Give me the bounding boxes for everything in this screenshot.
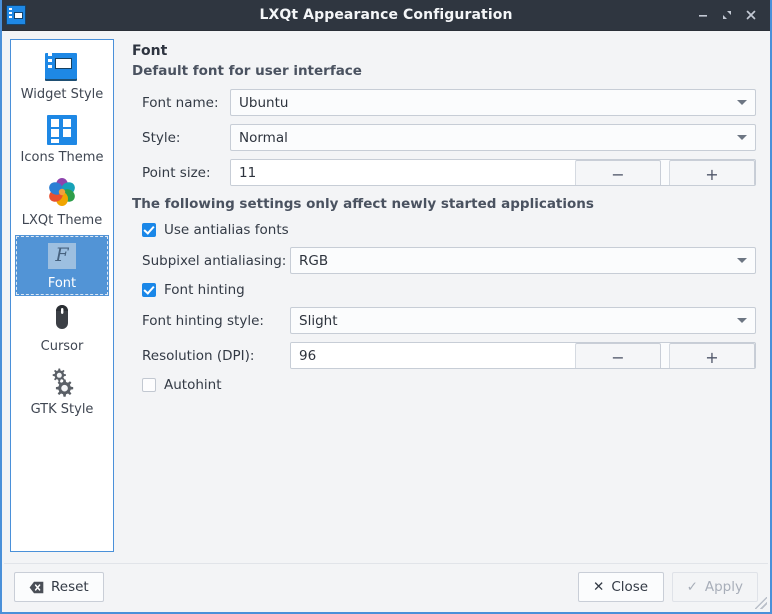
sidebar-item-label: Widget Style	[21, 87, 104, 102]
restore-icon[interactable]	[716, 4, 738, 26]
font-name-label: Font name:	[142, 95, 230, 111]
resize-grip[interactable]	[755, 597, 767, 609]
category-sidebar[interactable]: Widget Style Icons Theme	[10, 39, 114, 552]
sidebar-item-label: Icons Theme	[21, 150, 104, 165]
sidebar-item-icons-theme[interactable]: Icons Theme	[15, 109, 109, 170]
dialog-button-bar: Reset ✕ Close ✓ Apply	[4, 563, 768, 610]
apply-button-label: Apply	[705, 579, 743, 595]
point-size-spinbox[interactable]: 11 − +	[230, 159, 756, 186]
sidebar-item-label: Font	[48, 276, 76, 291]
close-button[interactable]: ✕ Close	[578, 572, 664, 602]
dpi-label: Resolution (DPI):	[142, 348, 290, 364]
chevron-down-icon	[737, 100, 747, 105]
point-size-label: Point size:	[142, 165, 230, 181]
widget-style-icon	[6, 5, 26, 25]
cursor-mouse-icon	[45, 302, 79, 336]
font-settings-panel: Font Default font for user interface Fon…	[124, 39, 762, 552]
style-value: Normal	[239, 130, 737, 146]
style-row: Style: Normal	[132, 124, 756, 151]
use-antialias-row[interactable]: Use antialias fonts	[132, 222, 756, 238]
point-size-row: Point size: 11 − +	[132, 159, 756, 186]
subpixel-label: Subpixel antialiasing:	[142, 253, 290, 269]
reset-button[interactable]: Reset	[14, 572, 104, 602]
dpi-decrement-button[interactable]: −	[575, 343, 661, 369]
style-label: Style:	[142, 130, 230, 146]
style-combobox[interactable]: Normal	[230, 124, 756, 151]
subpixel-row: Subpixel antialiasing: RGB	[132, 247, 756, 274]
autohint-label: Autohint	[164, 377, 222, 393]
hinting-style-label: Font hinting style:	[142, 313, 290, 329]
close-icon: ✕	[593, 579, 604, 595]
application-window: LXQt Appearance Configuration	[0, 0, 772, 614]
subpixel-combobox[interactable]: RGB	[290, 247, 756, 274]
chevron-down-icon	[737, 318, 747, 323]
autohint-row[interactable]: Autohint	[132, 377, 756, 393]
chevron-down-icon	[737, 135, 747, 140]
sidebar-item-label: GTK Style	[31, 402, 94, 417]
point-size-decrement-button[interactable]: −	[575, 160, 661, 186]
autohint-checkbox[interactable]	[142, 378, 156, 392]
title-bar: LXQt Appearance Configuration	[2, 0, 770, 31]
font-name-row: Font name: Ubuntu	[132, 89, 756, 116]
sidebar-item-label: LXQt Theme	[22, 213, 102, 228]
hinting-style-combobox[interactable]: Slight	[290, 307, 756, 334]
sidebar-item-cursor[interactable]: Cursor	[15, 298, 109, 359]
font-icon: F	[45, 239, 79, 273]
icons-theme-icon	[45, 113, 79, 147]
window-controls	[692, 4, 770, 26]
window-title: LXQt Appearance Configuration	[2, 7, 770, 23]
dpi-increment-button[interactable]: +	[669, 343, 755, 369]
close-icon[interactable]	[740, 4, 762, 26]
use-antialias-checkbox[interactable]	[142, 223, 156, 237]
section-subtitle: Default font for user interface	[132, 63, 756, 79]
reset-icon	[29, 581, 44, 594]
sidebar-item-lxqt-theme[interactable]: LXQt Theme	[15, 172, 109, 233]
sidebar-item-widget-style[interactable]: Widget Style	[15, 46, 109, 107]
window-body: Widget Style Icons Theme	[2, 31, 770, 560]
dpi-spinbox[interactable]: 96 − +	[290, 342, 756, 369]
point-size-increment-button[interactable]: +	[669, 160, 755, 186]
subpixel-value: RGB	[299, 253, 737, 269]
close-button-label: Close	[611, 579, 648, 595]
reset-button-label: Reset	[51, 579, 89, 595]
sidebar-item-font[interactable]: F Font	[15, 235, 109, 296]
chevron-down-icon	[737, 258, 747, 263]
gears-icon	[45, 365, 79, 399]
section-note: The following settings only affect newly…	[132, 196, 756, 212]
dpi-value[interactable]: 96	[291, 343, 575, 368]
sidebar-item-label: Cursor	[41, 339, 84, 354]
point-size-value[interactable]: 11	[231, 160, 575, 185]
font-hinting-row[interactable]: Font hinting	[132, 282, 756, 298]
font-hinting-checkbox[interactable]	[142, 283, 156, 297]
page-title: Font	[132, 43, 756, 59]
widget-style-icon	[45, 50, 79, 84]
hinting-style-row: Font hinting style: Slight	[132, 307, 756, 334]
apply-button: ✓ Apply	[672, 572, 758, 602]
minimize-icon[interactable]	[692, 4, 714, 26]
font-name-value: Ubuntu	[239, 95, 737, 111]
font-name-combobox[interactable]: Ubuntu	[230, 89, 756, 116]
lxqt-pinwheel-icon	[45, 176, 79, 210]
hinting-style-value: Slight	[299, 313, 737, 329]
font-hinting-label: Font hinting	[164, 282, 245, 298]
sidebar-item-gtk-style[interactable]: GTK Style	[15, 361, 109, 422]
use-antialias-label: Use antialias fonts	[164, 222, 289, 238]
check-icon: ✓	[687, 579, 698, 595]
dpi-row: Resolution (DPI): 96 − +	[132, 342, 756, 369]
